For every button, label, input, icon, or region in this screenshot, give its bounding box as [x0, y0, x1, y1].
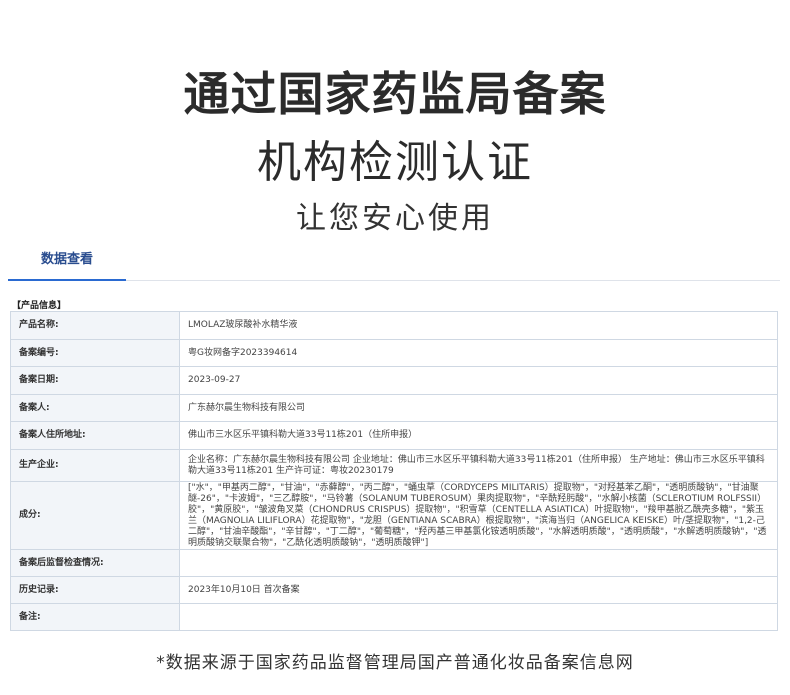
table-row: 备案日期: 2023-09-27: [10, 366, 778, 395]
row-key: 备案日期:: [10, 366, 180, 395]
table-row: 成分: ["水"，"甲基丙二醇"，"甘油"，"赤藓醇"，"丙二醇"，"蛹虫草（C…: [10, 481, 778, 550]
table-row: 备注:: [10, 603, 778, 631]
row-key: 备案后监督检查情况:: [10, 549, 180, 577]
headline-secondary: 机构检测认证: [257, 137, 533, 188]
row-key: 备案人住所地址:: [10, 421, 180, 450]
section-title-product-info: 【产品信息】: [12, 301, 67, 311]
row-value: 2023-09-27: [179, 366, 778, 395]
row-key: 备案编号:: [10, 339, 180, 367]
table-row: 产品名称: LMOLAZ玻尿酸补水精华液: [10, 311, 778, 340]
row-value: LMOLAZ玻尿酸补水精华液: [179, 311, 778, 340]
table-row: 备案人: 广东赫尔晨生物科技有限公司: [10, 394, 778, 422]
row-value: 佛山市三水区乐平镇科勒大道33号11栋201（住所申报）: [179, 421, 778, 450]
product-info-table: 产品名称: LMOLAZ玻尿酸补水精华液 备案编号: 粤G妆网备字2023394…: [10, 311, 778, 631]
row-value: [179, 603, 778, 631]
row-key: 历史记录:: [10, 576, 180, 604]
row-key: 备案人:: [10, 394, 180, 422]
table-row: 历史记录: 2023年10月10日 首次备案: [10, 576, 778, 604]
table-row: 备案人住所地址: 佛山市三水区乐平镇科勒大道33号11栋201（住所申报）: [10, 421, 778, 450]
row-value: 2023年10月10日 首次备案: [179, 576, 778, 604]
tab-bar: 数据查看: [8, 246, 780, 281]
table-row: 备案编号: 粤G妆网备字2023394614: [10, 339, 778, 367]
headline-tagline: 让您安心使用: [296, 201, 494, 236]
row-key: 产品名称:: [10, 311, 180, 340]
headline-primary: 通过国家药监局备案: [183, 67, 607, 121]
table-row: 备案后监督检查情况:: [10, 549, 778, 577]
row-value: 广东赫尔晨生物科技有限公司: [179, 394, 778, 422]
row-value: [179, 549, 778, 577]
row-value: ["水"，"甲基丙二醇"，"甘油"，"赤藓醇"，"丙二醇"，"蛹虫草（CORDY…: [179, 481, 778, 550]
table-row: 生产企业: 企业名称：广东赫尔晨生物科技有限公司 企业地址：佛山市三水区乐平镇科…: [10, 449, 778, 482]
data-source-note: *数据来源于国家药品监督管理局国产普通化妆品备案信息网: [156, 653, 634, 673]
row-key: 备注:: [10, 603, 180, 631]
row-value: 企业名称：广东赫尔晨生物科技有限公司 企业地址：佛山市三水区乐平镇科勒大道33号…: [179, 449, 778, 482]
tab-data-view[interactable]: 数据查看: [8, 246, 126, 281]
row-key: 生产企业:: [10, 449, 180, 482]
row-key: 成分:: [10, 481, 180, 550]
row-value: 粤G妆网备字2023394614: [179, 339, 778, 367]
